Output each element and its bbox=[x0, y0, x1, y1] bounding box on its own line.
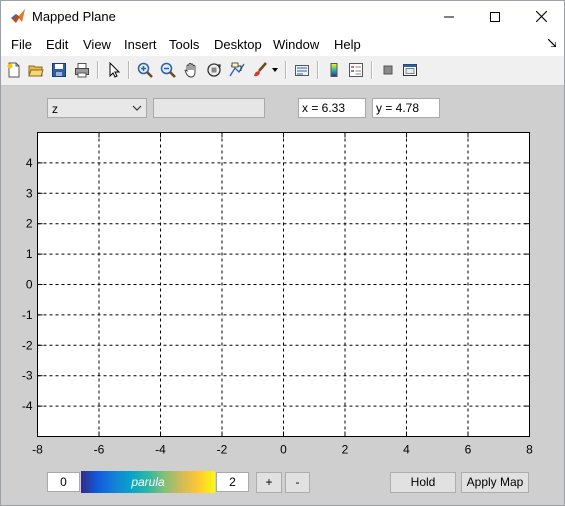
window-title: Mapped Plane bbox=[32, 9, 116, 24]
y-coordinate-readout: y = 4.78 bbox=[372, 98, 440, 118]
data-cursor-icon bbox=[229, 62, 245, 77]
menu-view[interactable]: View bbox=[83, 37, 111, 52]
menu-edit[interactable]: Edit bbox=[46, 37, 68, 52]
dock-figure-icon[interactable] bbox=[548, 39, 556, 47]
show-plot-tools-button[interactable] bbox=[400, 60, 420, 80]
expression-input[interactable] bbox=[153, 98, 265, 118]
toolbar-separator bbox=[128, 61, 130, 79]
print-button[interactable] bbox=[72, 60, 92, 80]
toolbar-separator bbox=[371, 61, 373, 79]
new-figure-icon bbox=[7, 62, 20, 78]
save-icon bbox=[52, 63, 66, 77]
menu-help[interactable]: Help bbox=[334, 37, 361, 52]
chevron-down-icon bbox=[132, 105, 142, 111]
function-select-value: z bbox=[52, 102, 58, 116]
brush-button[interactable] bbox=[250, 60, 270, 80]
menu-insert[interactable]: Insert bbox=[124, 37, 157, 52]
pan-hand-icon bbox=[184, 63, 196, 78]
increase-button[interactable]: + bbox=[256, 472, 282, 493]
rotate-3d-icon bbox=[207, 63, 221, 77]
toolbar-separator bbox=[317, 61, 319, 79]
pan-button[interactable] bbox=[181, 60, 201, 80]
insert-legend-icon bbox=[349, 63, 363, 77]
maximize-button[interactable] bbox=[472, 1, 518, 32]
link-plot-button[interactable] bbox=[292, 60, 312, 80]
function-select[interactable]: z bbox=[47, 98, 147, 118]
print-icon bbox=[75, 63, 89, 78]
colormap-max-field[interactable]: 2 bbox=[216, 472, 249, 492]
matlab-logo-icon bbox=[11, 9, 25, 23]
menu-tools[interactable]: Tools bbox=[169, 37, 199, 52]
open-file-button[interactable] bbox=[26, 60, 46, 80]
colormap-name: parula bbox=[131, 475, 165, 489]
insert-colorbar-button[interactable] bbox=[324, 60, 344, 80]
x-coordinate-readout: x = 6.33 bbox=[298, 98, 366, 118]
colormap-min-field[interactable]: 0 bbox=[47, 472, 80, 492]
hide-plot-tools-icon bbox=[383, 65, 393, 75]
toolbar-separator bbox=[285, 61, 287, 79]
close-icon bbox=[535, 11, 547, 22]
zoom-out-icon bbox=[160, 62, 176, 78]
zoom-in-button[interactable] bbox=[135, 60, 155, 80]
show-plot-tools-icon bbox=[403, 64, 417, 76]
link-plot-icon bbox=[295, 65, 309, 76]
hide-plot-tools-button[interactable] bbox=[378, 60, 398, 80]
save-button[interactable] bbox=[49, 60, 69, 80]
open-file-icon bbox=[28, 65, 44, 77]
menu-file[interactable]: File bbox=[11, 37, 32, 52]
insert-colorbar-icon bbox=[330, 63, 338, 77]
insert-legend-button[interactable] bbox=[346, 60, 366, 80]
minimize-icon bbox=[444, 16, 454, 17]
toolbar-separator bbox=[97, 61, 99, 79]
apply-map-button[interactable]: Apply Map bbox=[461, 472, 529, 493]
menu-desktop[interactable]: Desktop bbox=[214, 37, 262, 52]
rotate-3d-button[interactable] bbox=[204, 60, 224, 80]
new-figure-button[interactable] bbox=[4, 60, 24, 80]
colormap-preview[interactable]: parula bbox=[81, 471, 215, 493]
figure-window: Mapped Plane File Edit View Insert Tools… bbox=[0, 0, 565, 506]
edit-plot-arrow-icon bbox=[109, 62, 121, 78]
minimize-button[interactable] bbox=[426, 1, 472, 32]
plot-axes-background[interactable] bbox=[37, 132, 530, 437]
data-cursor-button[interactable] bbox=[227, 60, 247, 80]
figure-toolbar bbox=[1, 56, 564, 86]
zoom-in-icon bbox=[137, 62, 153, 78]
edit-plot-button[interactable] bbox=[104, 60, 124, 80]
brush-icon bbox=[254, 62, 267, 77]
menu-window[interactable]: Window bbox=[273, 37, 319, 52]
menu-bar: File Edit View Insert Tools Desktop Wind… bbox=[1, 32, 564, 56]
decrease-button[interactable]: - bbox=[285, 472, 310, 493]
zoom-out-button[interactable] bbox=[158, 60, 178, 80]
hold-button[interactable]: Hold bbox=[390, 472, 456, 493]
title-bar: Mapped Plane bbox=[1, 1, 564, 32]
close-button[interactable] bbox=[518, 1, 564, 32]
brush-dropdown[interactable] bbox=[270, 60, 280, 80]
maximize-icon bbox=[490, 11, 500, 22]
chevron-down-icon bbox=[272, 68, 278, 72]
